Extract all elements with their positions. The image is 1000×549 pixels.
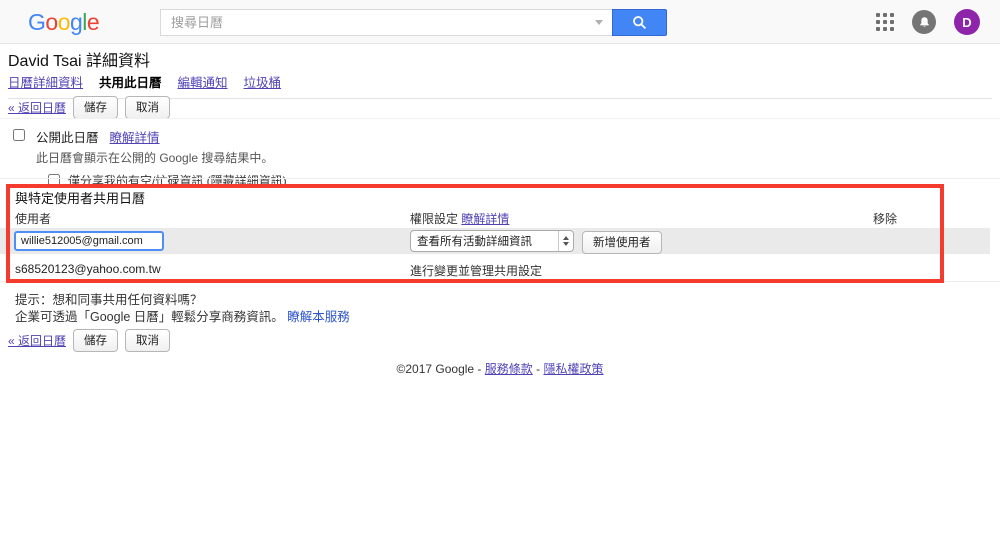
terms-link[interactable]: 服務條款 xyxy=(485,362,533,376)
cancel-button-bottom[interactable]: 取消 xyxy=(125,329,170,352)
page-footer: ©2017 Google - 服務條款 - 隱私權政策 xyxy=(0,360,1000,377)
logo-letter: G xyxy=(28,9,45,36)
google-logo[interactable]: Google xyxy=(28,9,99,36)
avatar[interactable]: D xyxy=(954,9,980,35)
public-calendar-description: 此日曆會顯示在公開的 Google 搜尋結果中。 xyxy=(36,149,287,166)
permission-select-value: 查看所有活動詳細資訊 xyxy=(411,233,558,249)
add-user-row: 查看所有活動詳細資訊 新增使用者 xyxy=(0,228,990,254)
bell-icon xyxy=(918,16,931,29)
apps-grid-icon[interactable] xyxy=(876,13,894,31)
search-button[interactable] xyxy=(612,9,667,36)
tab-bar: 日曆詳細資料 共用此日曆 編輯通知 垃圾桶 xyxy=(8,72,992,99)
footer-separator: - xyxy=(533,362,544,376)
column-header-user: 使用者 xyxy=(15,210,51,227)
shared-user-row: s68520123@yahoo.com.tw 進行變更並管理共用設定 xyxy=(0,254,990,282)
tab-calendar-details[interactable]: 日曆詳細資料 xyxy=(8,72,83,91)
header-icon-group: D xyxy=(876,8,980,36)
top-header-bar: Google D xyxy=(0,0,1000,44)
add-user-button[interactable]: 新增使用者 xyxy=(582,231,662,254)
logo-letter: g xyxy=(70,9,82,36)
shared-user-email: s68520123@yahoo.com.tw xyxy=(15,262,161,276)
copyright-text: ©2017 Google - xyxy=(397,362,485,376)
column-header-permission: 權限設定 瞭解詳情 xyxy=(410,210,509,227)
shared-user-permission: 進行變更並管理共用設定 xyxy=(410,262,542,279)
tab-edit-notifications[interactable]: 編輯通知 xyxy=(178,72,228,91)
logo-letter: e xyxy=(87,9,99,36)
permission-learn-more-link[interactable]: 瞭解詳情 xyxy=(461,212,509,226)
logo-letter: o xyxy=(45,9,57,36)
tips-line1: 提示：想和同事共用任何資料嗎？ xyxy=(15,292,350,309)
new-user-email-input[interactable] xyxy=(14,231,164,251)
share-section-title: 與特定使用者共用日曆 xyxy=(15,188,145,207)
save-button[interactable]: 儲存 xyxy=(73,96,118,119)
page-title: David Tsai 詳細資料 xyxy=(8,47,150,71)
public-calendar-label: 公開此日曆 xyxy=(36,127,99,146)
tips-block: 提示：想和同事共用任何資料嗎？ 企業可透過「Google 日曆」輕鬆分享商務資訊… xyxy=(15,292,350,326)
save-button-bottom[interactable]: 儲存 xyxy=(73,329,118,352)
back-to-calendar-link[interactable]: « 返回日曆 xyxy=(8,99,66,116)
bottom-action-bar: « 返回日曆 儲存 取消 xyxy=(8,329,170,352)
cancel-button[interactable]: 取消 xyxy=(125,96,170,119)
logo-letter: o xyxy=(58,9,70,36)
back-to-calendar-link-bottom[interactable]: « 返回日曆 xyxy=(8,332,66,349)
column-header-remove: 移除 xyxy=(873,210,897,227)
permission-header-label: 權限設定 xyxy=(410,212,458,226)
top-action-bar: « 返回日曆 儲存 取消 xyxy=(8,96,170,119)
learn-about-service-link[interactable]: 瞭解本服務 xyxy=(287,310,350,324)
magnifier-icon xyxy=(632,15,647,30)
tab-share-this-calendar[interactable]: 共用此日曆 xyxy=(99,72,162,91)
privacy-link[interactable]: 隱私權政策 xyxy=(543,362,603,376)
search-input[interactable] xyxy=(160,9,612,36)
search-bar xyxy=(160,9,667,36)
tips-line2: 企業可透過「Google 日曆」輕鬆分享商務資訊。 xyxy=(15,310,284,324)
public-calendar-checkbox[interactable] xyxy=(13,129,25,141)
share-with-people-section: 與特定使用者共用日曆 使用者 權限設定 瞭解詳情 移除 查看所有活動詳細資訊 新… xyxy=(0,178,1000,282)
permission-select[interactable]: 查看所有活動詳細資訊 xyxy=(410,230,574,252)
public-learn-more-link[interactable]: 瞭解詳情 xyxy=(110,127,160,146)
section-divider xyxy=(0,118,1000,119)
tab-trash[interactable]: 垃圾桶 xyxy=(244,72,282,91)
notifications-button[interactable] xyxy=(912,10,936,34)
select-stepper-icon xyxy=(558,231,573,251)
